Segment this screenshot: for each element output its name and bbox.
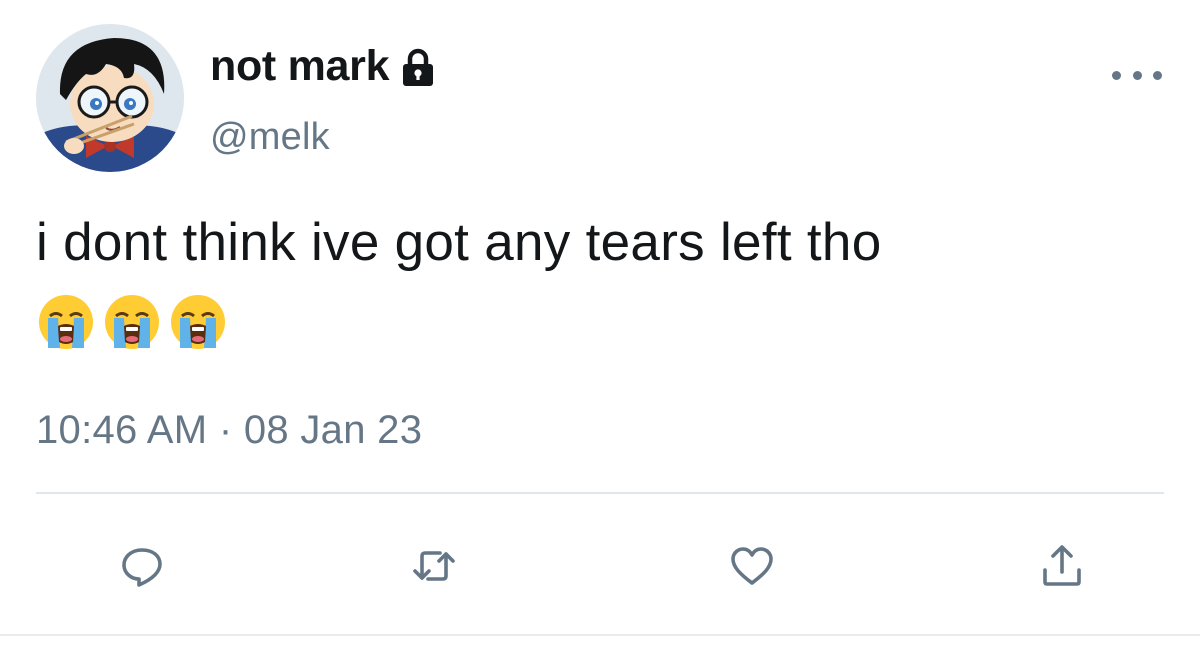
divider [36, 492, 1164, 494]
emoji-row [36, 292, 228, 352]
bottom-divider [0, 634, 1200, 636]
like-button[interactable] [724, 538, 780, 594]
handle[interactable]: @melk [210, 116, 330, 159]
reply-button[interactable] [114, 538, 170, 594]
more-horizontal-icon-dot [1132, 70, 1142, 80]
author-name-row[interactable]: not mark [210, 40, 439, 92]
timestamp[interactable]: 10:46 AM · 08 Jan 23 [36, 408, 422, 453]
reply-icon [122, 548, 162, 587]
avatar[interactable] [36, 24, 184, 172]
share-icon [1043, 545, 1081, 586]
display-name[interactable]: not mark [210, 42, 390, 91]
share-button[interactable] [1034, 538, 1090, 594]
loudly-crying-face-icon [168, 292, 228, 352]
tweet-text: i dont think ive got any tears left tho [36, 213, 882, 272]
lock-icon [397, 46, 439, 88]
retweet-icon [413, 551, 455, 581]
more-horizontal-icon-dot [1112, 70, 1121, 80]
retweet-button[interactable] [406, 538, 462, 594]
more-horizontal-icon-dot [1153, 70, 1162, 80]
avatar-image [36, 24, 184, 172]
heart-icon [731, 547, 773, 585]
loudly-crying-face-icon [36, 292, 96, 352]
more-options-button[interactable] [1112, 60, 1162, 90]
loudly-crying-face-icon [102, 292, 162, 352]
